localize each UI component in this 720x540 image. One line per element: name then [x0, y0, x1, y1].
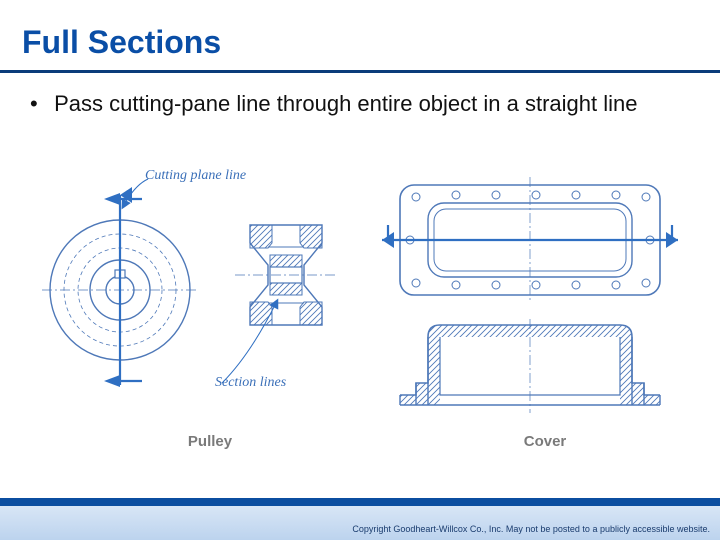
cover-section-view	[400, 319, 660, 413]
pulley-section-view	[222, 225, 337, 383]
title-underline	[0, 70, 720, 73]
slide: Full Sections • Pass cutting-pane line t…	[0, 0, 720, 540]
pulley-front-view	[42, 179, 198, 387]
cover-top-view	[382, 177, 678, 303]
technical-drawing-svg	[40, 165, 680, 465]
bullet-item: • Pass cutting-pane line through entire …	[30, 90, 690, 119]
slide-title: Full Sections	[22, 24, 221, 61]
footer-bar	[0, 498, 720, 506]
figure-area: Cutting plane line Section lines Pulley …	[40, 165, 680, 465]
footer-fade	[0, 506, 720, 540]
copyright-text: Copyright Goodheart-Willcox Co., Inc. Ma…	[352, 524, 710, 534]
bullet-text: Pass cutting-pane line through entire ob…	[54, 90, 674, 119]
bullet-marker: •	[30, 90, 48, 119]
